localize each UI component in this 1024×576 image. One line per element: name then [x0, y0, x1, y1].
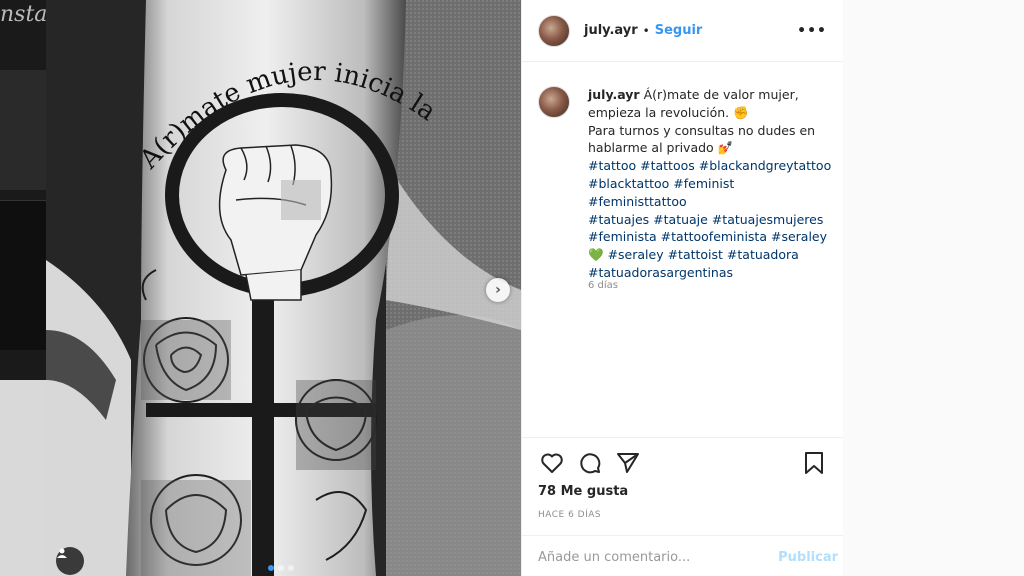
avatar[interactable]	[538, 14, 570, 47]
bookmark-icon	[805, 452, 823, 474]
hashtag-line[interactable]: #tattoo #tattoos #blackandgreytattoo	[588, 157, 833, 175]
carousel-dot	[288, 565, 294, 571]
share-button[interactable]	[614, 449, 642, 477]
background-page-strip: nsta	[0, 0, 46, 576]
header-username[interactable]: july.ayr	[584, 23, 638, 38]
post-photo[interactable]: A(r)mate mujer inicia la revolu	[46, 0, 521, 576]
follow-button[interactable]: Seguir	[655, 23, 703, 38]
caption-text: july.ayr Á(r)mate de valor mujer, empiez…	[588, 86, 833, 282]
user-icon	[57, 548, 67, 558]
carousel-indicator	[268, 565, 294, 571]
post-side-panel: july.ayr • Seguir ••• july.ayr Á(r)mate …	[521, 0, 844, 576]
carousel-next-button[interactable]: ›	[486, 278, 510, 302]
caption-line: Para turnos y consultas no dudes en	[588, 122, 816, 138]
comment-form: Publicar	[538, 550, 838, 565]
comment-button[interactable]	[576, 449, 604, 477]
carousel-dot	[268, 565, 274, 571]
heart-icon	[541, 453, 563, 473]
header-separator: •	[642, 23, 650, 38]
green-heart-icon: 💚	[588, 247, 604, 263]
tattoo-photo-image: A(r)mate mujer inicia la revolu	[46, 0, 521, 576]
background-panel	[0, 380, 46, 576]
tagged-users-button[interactable]	[56, 547, 84, 575]
hashtag-line[interactable]: #feminista #tattoofeminista #seraley	[588, 228, 833, 246]
background-logo-text: nsta	[0, 2, 46, 27]
hashtag-line[interactable]: #blacktattoo #feminist #feministtattoo	[588, 175, 833, 211]
divider	[522, 437, 844, 438]
hashtag-line[interactable]: #seraley #tattoist #tatuadora	[608, 247, 799, 262]
caption-line: Á(r)mate de valor mujer,	[643, 87, 799, 102]
background-panel	[0, 70, 46, 190]
caption-line: hablarme al privado 💅	[588, 140, 734, 156]
hashtag-line[interactable]: #tatuajes #tatuaje #tatuajesmujeres	[588, 211, 833, 229]
carousel-dot	[278, 565, 284, 571]
post-header: july.ayr • Seguir •••	[522, 0, 843, 62]
background-page-strip	[843, 0, 1024, 576]
more-options-icon[interactable]: •••	[797, 23, 827, 39]
caption-time: 6 días	[588, 280, 619, 291]
action-bar	[538, 449, 828, 477]
avatar[interactable]	[538, 86, 570, 118]
instagram-post-view: nsta A(r)mate mujer inicia la › july.ayr…	[0, 0, 1024, 576]
like-button[interactable]	[538, 449, 566, 477]
publish-button[interactable]: Publicar	[778, 550, 838, 565]
chevron-right-icon: ›	[495, 282, 501, 298]
comment-input[interactable]	[538, 550, 768, 565]
paper-plane-icon	[617, 453, 639, 473]
comment-icon	[580, 453, 601, 474]
divider	[522, 535, 844, 536]
save-button[interactable]	[800, 449, 828, 477]
caption-line: empieza la revolución. ✊	[588, 104, 749, 120]
hashtag-line[interactable]: #tatuadorasargentinas	[588, 264, 833, 282]
post-timestamp: HACE 6 DÍAS	[538, 510, 602, 520]
post-caption: july.ayr Á(r)mate de valor mujer, empiez…	[538, 86, 833, 282]
likes-count[interactable]: 78 Me gusta	[538, 484, 628, 499]
background-panel	[0, 200, 46, 350]
caption-username[interactable]: july.ayr	[588, 87, 640, 102]
